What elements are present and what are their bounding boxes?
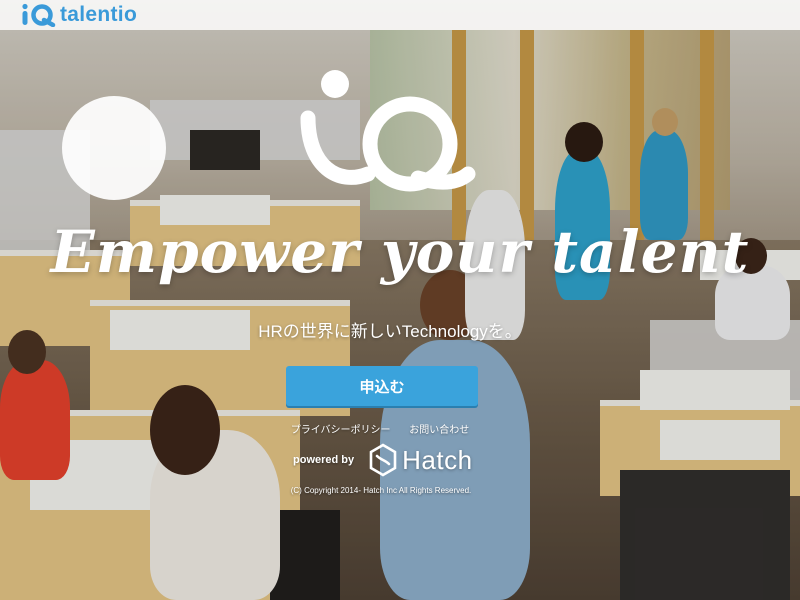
top-bar: talentio (0, 0, 800, 30)
copyright-text: (C) Copyright 2014- Hatch Inc All Rights… (290, 486, 472, 495)
contact-link[interactable]: お問い合わせ (409, 425, 469, 436)
brand-name: talentio (60, 3, 138, 26)
footer-links: プライバシーポリシー お問い合わせ (0, 421, 760, 436)
hero-subtitle: HRの世界に新しいTechnologyを。 (258, 322, 522, 341)
hero-tagline: Empower your talent (50, 218, 750, 286)
partner-name[interactable]: Hatch (402, 445, 472, 476)
iq-logo-large-icon (300, 70, 476, 192)
brand[interactable]: talentio (20, 3, 137, 27)
powered-by: powered by Hatch (293, 440, 473, 480)
iq-logo-icon (22, 3, 56, 27)
hatch-logo-icon (369, 443, 397, 477)
decorative-circle (62, 96, 166, 200)
privacy-policy-link[interactable]: プライバシーポリシー (291, 425, 391, 436)
powered-by-label: powered by (293, 454, 355, 466)
apply-button[interactable]: 申込む (286, 366, 478, 406)
